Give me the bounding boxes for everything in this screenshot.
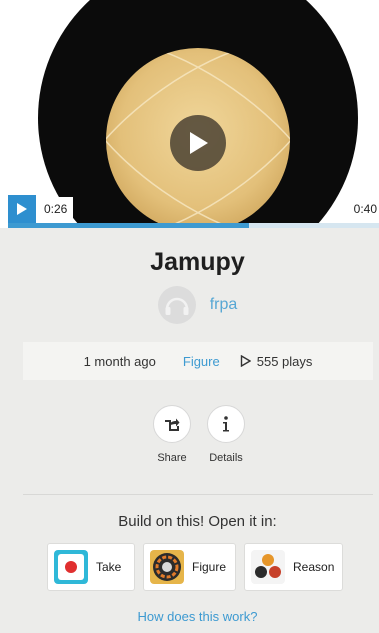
player-area: 0:26 0:40 bbox=[0, 0, 379, 228]
share-label: Share bbox=[157, 452, 187, 464]
current-time: 0:26 bbox=[38, 197, 74, 221]
play-icon bbox=[17, 203, 27, 215]
build-heading: Build on this! Open it in: bbox=[118, 513, 277, 530]
album-art bbox=[38, 0, 358, 228]
play-outline-icon bbox=[240, 355, 251, 367]
figure-label: Figure bbox=[192, 560, 227, 574]
info-icon bbox=[223, 416, 229, 432]
author-row: frpa bbox=[0, 286, 379, 324]
open-in-take-button[interactable]: Take bbox=[47, 543, 135, 591]
details-label: Details bbox=[209, 452, 243, 464]
figure-app-icon bbox=[150, 550, 184, 584]
total-time: 0:40 bbox=[347, 197, 379, 221]
progress-fill bbox=[8, 223, 250, 228]
mini-play-button[interactable] bbox=[8, 195, 36, 223]
action-buttons: Share Details bbox=[152, 405, 246, 464]
play-button[interactable] bbox=[170, 115, 226, 171]
author-link[interactable]: frpa bbox=[210, 296, 238, 314]
play-icon bbox=[190, 132, 208, 154]
play-count: 555 plays bbox=[240, 353, 313, 369]
track-meta-bar: 1 month ago Figure 555 plays bbox=[23, 342, 373, 380]
details-circle bbox=[207, 405, 245, 443]
open-in-figure-button[interactable]: Figure bbox=[143, 543, 236, 591]
progress-bar[interactable] bbox=[8, 223, 379, 228]
share-icon bbox=[165, 418, 180, 431]
share-circle bbox=[153, 405, 191, 443]
play-count-label: 555 plays bbox=[256, 353, 313, 369]
reason-label: Reason bbox=[293, 560, 335, 574]
take-label: Take bbox=[96, 560, 122, 574]
avatar[interactable] bbox=[157, 286, 196, 324]
share-button[interactable]: Share bbox=[152, 405, 192, 464]
details-button[interactable]: Details bbox=[206, 405, 246, 464]
take-app-icon bbox=[54, 550, 88, 584]
track-title: Jamupy bbox=[150, 248, 245, 276]
headphones-icon bbox=[165, 297, 189, 315]
how-does-this-work-link[interactable]: How does this work? bbox=[0, 609, 379, 624]
upload-date: 1 month ago bbox=[83, 353, 156, 369]
app-buttons: Take Figure Reason bbox=[47, 543, 343, 591]
divider bbox=[23, 494, 373, 495]
reason-app-icon bbox=[251, 550, 285, 584]
open-in-reason-button[interactable]: Reason bbox=[244, 543, 343, 591]
app-link[interactable]: Figure bbox=[183, 354, 220, 369]
